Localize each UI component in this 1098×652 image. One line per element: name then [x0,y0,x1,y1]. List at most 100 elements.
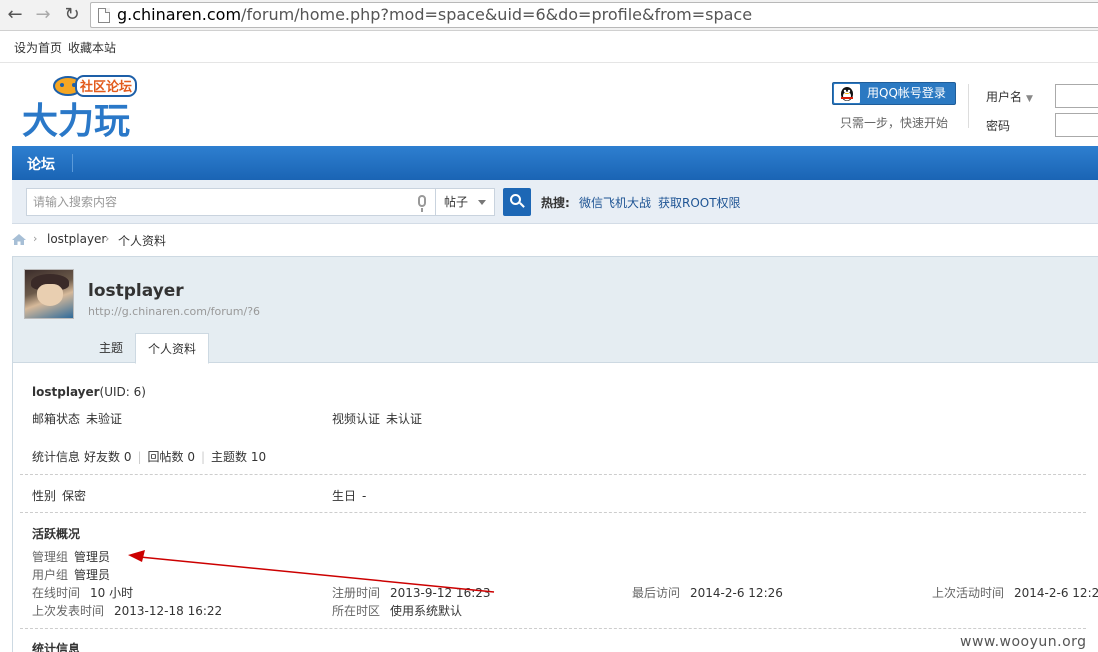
user-group: 用户组 管理员 [32,566,110,583]
birthday: 生日 - [332,487,366,504]
email-status-label: 邮箱状态 [32,412,81,426]
avatar[interactable] [24,269,74,319]
last-visit: 最后访问 2014-2-6 12:26 [632,584,783,601]
username-label-text: 用户名 [986,90,1023,104]
watermark: www.wooyun.org [960,634,1087,650]
dashed-divider [20,628,1086,629]
timezone-label: 所在时区 [332,604,381,618]
gender-label: 性别 [32,489,57,503]
divider [968,84,969,128]
search-input[interactable]: 请输入搜索内容 [26,188,435,216]
forward-icon[interactable]: → [31,3,55,27]
profile-url[interactable]: http://g.chinaren.com/forum/?6 [88,305,260,318]
site-logo[interactable]: 社区论坛 大力玩 [10,70,142,140]
video-auth-value: 未认证 [386,412,423,426]
url-host: g.chinaren.com [117,5,242,24]
top-links: 设为首页 收藏本站 [14,39,122,56]
reload-icon[interactable]: ↻ [60,3,84,27]
profile-name: lostplayer [32,385,100,399]
last-post-label: 上次发表时间 [32,604,105,618]
divider [0,62,1098,63]
online-time: 在线时间 10 小时 [32,584,133,601]
qq-login-button[interactable]: 用QQ帐号登录 [832,82,956,105]
caret-down-icon [478,200,486,205]
password-input[interactable] [1055,113,1098,137]
breadcrumb-separator-icon: › [33,232,38,245]
stats-divider: | [200,450,206,464]
url-text: g.chinaren.com/forum/home.php?mod=space&… [117,5,752,25]
tab-threads[interactable]: 主题 [91,333,131,364]
last-post-value: 2013-12-18 16:22 [114,604,223,618]
username-label[interactable]: 用户名 ▼ [986,88,1033,105]
browser-toolbar: ← → ↻ g.chinaren.com/forum/home.php?mod=… [0,0,1098,31]
activity-title: 活跃概况 [32,527,81,541]
dashed-divider [20,512,1086,513]
search-bar: 请输入搜索内容 帖子 热搜: 微信飞机大战 获取ROOT权限 [12,180,1098,224]
last-post: 上次发表时间 2013-12-18 16:22 [32,602,222,619]
breadcrumb-current: 个人资料 [118,234,167,248]
friends-count[interactable]: 好友数 0 [84,450,131,464]
stats-divider: | [137,450,142,464]
logo-subtitle: 社区论坛 [79,79,132,95]
qq-login-hint: 只需一步，快速开始 [840,116,949,130]
main-nav: 论坛 [12,146,1098,180]
search-type-select[interactable]: 帖子 [435,188,495,216]
set-homepage-link[interactable]: 设为首页 [14,41,62,55]
admin-group: 管理组 管理员 [32,548,110,565]
last-active-value: 2014-2-6 12:26 [1014,586,1098,600]
breadcrumb-separator-icon: › [105,232,110,245]
chevron-down-icon: ▼ [1026,94,1033,104]
stats-label: 统计信息 [32,450,81,464]
nav-divider [72,154,73,172]
register-time: 注册时间 2013-9-12 16:23 [332,584,491,601]
timezone: 所在时区 使用系统默认 [332,602,462,619]
gender: 性别 保密 [32,487,86,504]
user-group-label: 用户组 [32,568,69,582]
breadcrumb-user[interactable]: lostplayer [47,232,106,246]
replies-count[interactable]: 回帖数 0 [148,450,195,464]
search-button[interactable] [503,188,531,216]
admin-group-label: 管理组 [32,550,69,564]
username-input[interactable] [1055,84,1098,108]
online-time-label: 在线时间 [32,586,81,600]
logo-title: 大力玩 [22,101,130,140]
search-type-value: 帖子 [444,195,469,209]
video-auth-label: 视频认证 [332,412,381,426]
tab-profile[interactable]: 个人资料 [135,333,209,364]
profile-name-row: lostplayer(UID: 6) [32,385,146,399]
dashed-divider [20,474,1086,475]
microphone-icon[interactable] [418,195,426,212]
email-status-value: 未验证 [86,412,123,426]
stats-title: 统计信息 [32,642,81,652]
stats-row: 统计信息 好友数 0 | 回帖数 0 | 主题数 10 [32,448,266,465]
hot-link-wechat[interactable]: 微信飞机大战 [579,194,651,211]
url-path: /forum/home.php?mod=space&uid=6&do=profi… [241,5,753,24]
password-label: 密码 [986,119,1011,133]
search-icon-handle [519,202,525,208]
birthday-label: 生日 [332,489,357,503]
last-active-label: 上次活动时间 [932,586,1005,600]
qq-penguin-icon [834,84,860,103]
birthday-value: - [362,489,367,503]
profile-username: lostplayer [88,281,184,301]
last-active: 上次活动时间 2014-2-6 12:26 [932,584,1098,601]
last-visit-label: 最后访问 [632,586,681,600]
avatar-face [37,284,63,306]
qq-login-label: 用QQ帐号登录 [867,86,946,100]
bookmark-link[interactable]: 收藏本站 [68,41,116,55]
video-auth: 视频认证 未认证 [332,410,422,427]
page-icon [98,8,110,23]
last-visit-value: 2014-2-6 12:26 [690,586,783,600]
admin-group-value[interactable]: 管理员 [74,550,110,564]
online-time-value: 10 小时 [90,586,134,600]
home-icon[interactable] [12,234,26,245]
user-group-value[interactable]: 管理员 [74,568,110,582]
hot-link-root[interactable]: 获取ROOT权限 [658,194,741,211]
timezone-value: 使用系统默认 [390,604,463,618]
threads-count[interactable]: 主题数 10 [211,450,266,464]
hot-search-label: 热搜: [541,196,570,210]
back-icon[interactable]: ← [3,3,27,27]
profile-header: lostplayer http://g.chinaren.com/forum/?… [12,256,1098,364]
address-bar[interactable]: g.chinaren.com/forum/home.php?mod=space&… [90,2,1098,28]
nav-item-forum[interactable]: 论坛 [27,154,55,174]
